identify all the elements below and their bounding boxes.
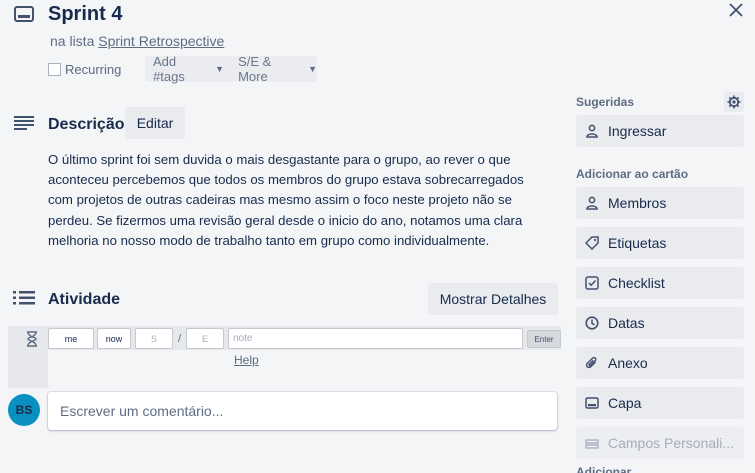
activity-title: Atividade [48, 291, 121, 308]
time-tracker: me now S / E note Enter Help [8, 326, 561, 388]
tracker-gutter [8, 326, 48, 388]
close-icon[interactable] [726, 0, 746, 20]
tracker-end-input[interactable]: E [186, 328, 224, 349]
clock-icon [584, 315, 600, 331]
tracker-enter-button[interactable]: Enter [527, 330, 561, 348]
add-tags-dropdown[interactable]: Add #tags ▼ [145, 54, 224, 84]
edit-description-button[interactable]: Editar [125, 107, 185, 139]
description-line: com projetos de outras cadeiras mas mesm… [48, 192, 512, 208]
cover-icon [584, 395, 600, 411]
attachment-label: Anexo [608, 355, 648, 371]
suggested-heading: Sugeridas [576, 95, 635, 109]
recurring-label: Recurring [65, 62, 122, 77]
avatar[interactable]: BS [8, 394, 40, 426]
caret-down-icon: ▼ [215, 64, 225, 74]
custom-fields-button[interactable]: Campos Personali... [576, 427, 744, 459]
description-title: Descrição [48, 116, 125, 133]
join-button[interactable]: Ingressar [576, 115, 744, 147]
custom-fields-icon [584, 435, 600, 451]
recurring-checkbox[interactable] [48, 63, 61, 76]
recurring-toggle[interactable]: Recurring [48, 62, 121, 77]
tags-bar: Add #tags ▼ S/E & More ▼ [145, 54, 317, 84]
description-line: melhoria no nosso modo de trabalho tanto… [48, 232, 490, 248]
person-icon [584, 123, 600, 139]
cover-label: Capa [608, 395, 642, 411]
members-label: Membros [608, 195, 667, 211]
tracker-start-input[interactable]: S [135, 328, 173, 349]
activity-icon [13, 291, 35, 305]
dates-label: Datas [608, 315, 645, 331]
tracker-separator: / [178, 333, 182, 345]
labels-label: Etiquetas [608, 235, 667, 251]
list-link[interactable]: Sprint Retrospective [98, 33, 224, 49]
join-label: Ingressar [608, 123, 667, 139]
se-more-label: S/E & More [238, 54, 272, 84]
checklist-label: Checklist [608, 275, 665, 291]
add-to-card-heading: Adicionar ao cartão [576, 167, 689, 181]
list-info: na lista Sprint Retrospective [50, 33, 224, 49]
tracker-me-input[interactable]: me [48, 328, 94, 349]
tracker-row: me now S / E note Enter [48, 326, 561, 350]
card-icon [14, 6, 34, 22]
tracker-help-link[interactable]: Help [234, 353, 259, 367]
description-line: O último sprint foi sem duvida o mais de… [48, 152, 511, 167]
show-details-button[interactable]: Mostrar Detalhes [428, 283, 558, 315]
add-tags-label: Add #tags [153, 54, 185, 84]
tracker-note-input[interactable]: note [228, 328, 523, 349]
caret-down-icon: ▼ [308, 64, 317, 74]
person-icon [584, 195, 600, 211]
attachment-button[interactable]: Anexo [576, 347, 744, 379]
description-icon [14, 116, 34, 130]
description-line: perdeu. Se fizermos uma revisão geral de… [48, 212, 523, 228]
members-button[interactable]: Membros [576, 187, 744, 219]
comment-input[interactable]: Escrever um comentário... [48, 392, 557, 430]
description-line: aconteceu percebemos que todos os membro… [48, 172, 524, 188]
tracker-now-input[interactable]: now [97, 328, 131, 349]
checklist-button[interactable]: Checklist [576, 267, 744, 299]
card-title[interactable]: Sprint 4 [48, 3, 122, 26]
labels-button[interactable]: Etiquetas [576, 227, 744, 259]
gear-icon[interactable] [724, 92, 744, 112]
checklist-icon [584, 275, 600, 291]
paperclip-icon [584, 355, 600, 371]
hourglass-icon [27, 331, 37, 347]
in-list-prefix: na lista [50, 33, 95, 49]
cover-button[interactable]: Capa [576, 387, 744, 419]
custom-fields-label: Campos Personali... [608, 435, 735, 451]
tag-icon [584, 235, 600, 251]
cut-off-heading: Adicionar ... [576, 466, 645, 473]
se-more-dropdown[interactable]: S/E & More ▼ [224, 54, 317, 84]
description-text[interactable]: O último sprint foi sem duvida o mais de… [48, 150, 558, 251]
dates-button[interactable]: Datas [576, 307, 744, 339]
